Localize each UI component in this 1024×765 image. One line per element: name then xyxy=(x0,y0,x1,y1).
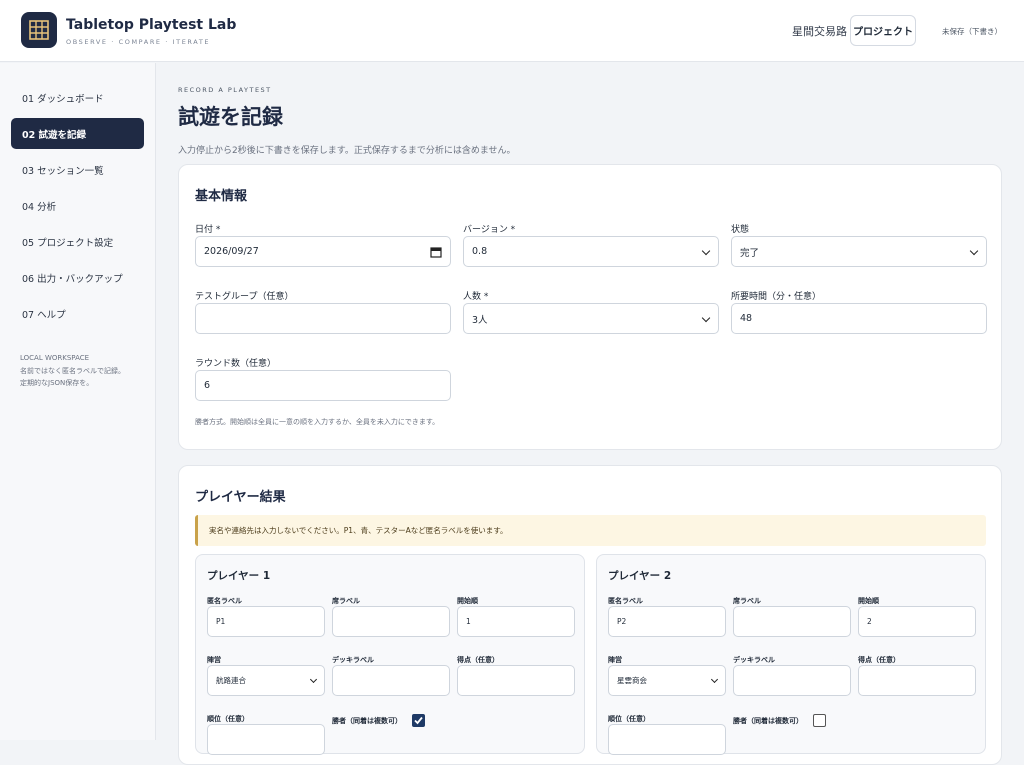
sidebar-item-dashboard[interactable]: 01 ダッシュボード xyxy=(11,82,144,113)
basic-info-hint: 勝者方式。開始順は全員に一意の順を入力するか、全員を未入力にできます。 xyxy=(195,418,440,426)
save-status: 未保存（下書き） xyxy=(942,27,1002,36)
sidebar-item-help[interactable]: 07 ヘルプ xyxy=(11,298,144,329)
winner-checkbox[interactable] xyxy=(412,714,425,727)
workspace-note: LOCAL WORKSPACE 名前ではなく匿名ラベルで記録。 定期的なJSON… xyxy=(20,352,125,390)
player-card-1: プレイヤー 1 匿名ラベル P1 席ラベル 開始順 1 陣営 航路連合 デッキラ… xyxy=(195,554,585,755)
workspace-note-title: LOCAL WORKSPACE xyxy=(20,354,90,362)
sidebar: 01 ダッシュボード 02 試遊を記録 03 セッション一覧 04 分析 05 … xyxy=(0,63,156,740)
anon-label-input[interactable]: P2 xyxy=(608,606,726,637)
anon-label-label: 匿名ラベル xyxy=(608,597,643,605)
player-count-label: 人数 * xyxy=(463,292,489,302)
player-results-card: プレイヤー結果 実名や連絡先は入力しないでください。P1、青、テスターAなど匿名… xyxy=(178,465,1002,765)
start-order-label: 開始順 xyxy=(858,597,879,605)
duration-input[interactable]: 48 xyxy=(731,303,987,334)
rank-label: 順位（任意） xyxy=(207,715,249,723)
winner-checkbox[interactable] xyxy=(813,714,826,727)
date-input[interactable]: 2026/09/27 xyxy=(195,236,451,267)
player-card-title: プレイヤー 2 xyxy=(608,570,672,582)
app-subtitle: OBSERVE · COMPARE · ITERATE xyxy=(66,38,211,46)
workspace-note-line: 定期的なJSON保存を。 xyxy=(20,379,94,387)
version-label: バージョン * xyxy=(463,225,516,235)
test-group-label: テストグループ（任意） xyxy=(195,292,294,302)
deck-label-input[interactable] xyxy=(332,665,450,696)
start-order-label: 開始順 xyxy=(457,597,478,605)
page-title: 試遊を記録 xyxy=(178,105,283,129)
player-card-title: プレイヤー 1 xyxy=(207,570,271,582)
player-card-2: プレイヤー 2 匿名ラベル P2 席ラベル 開始順 2 陣営 星雲商会 デッキラ… xyxy=(596,554,986,755)
seat-label-input[interactable] xyxy=(733,606,851,637)
date-value: 2026/09/27 xyxy=(204,246,259,257)
calendar-icon[interactable] xyxy=(430,246,442,258)
seat-label-input[interactable] xyxy=(332,606,450,637)
workspace-note-line: 名前ではなく匿名ラベルで記録。 xyxy=(20,366,125,375)
duration-label: 所要時間（分・任意） xyxy=(731,292,822,302)
anon-label-input[interactable]: P1 xyxy=(207,606,325,637)
anon-label-label: 匿名ラベル xyxy=(207,597,242,605)
privacy-notice: 実名や連絡先は入力しないでください。P1、青、テスターAなど匿名ラベルを使います… xyxy=(195,515,986,546)
sidebar-item-sessions[interactable]: 03 セッション一覧 xyxy=(11,154,144,185)
deck-label-label: デッキラベル xyxy=(733,656,775,664)
app-title: Tabletop Playtest Lab xyxy=(66,17,237,33)
sidebar-item-project-settings[interactable]: 05 プロジェクト設定 xyxy=(11,226,144,257)
page-description: 入力停止から2秒後に下書きを保存します。正式保存するまで分析には含めません。 xyxy=(178,146,516,156)
top-bar: Tabletop Playtest Lab OBSERVE · COMPARE … xyxy=(0,0,1024,62)
seat-label-label: 席ラベル xyxy=(332,597,360,605)
start-order-input[interactable]: 1 xyxy=(457,606,575,637)
score-input[interactable] xyxy=(858,665,976,696)
faction-select[interactable]: 星雲商会 xyxy=(608,665,726,696)
player-results-title: プレイヤー結果 xyxy=(195,490,286,505)
version-select[interactable]: 0.8 xyxy=(463,236,719,267)
seat-label-label: 席ラベル xyxy=(733,597,761,605)
page-eyebrow: RECORD A PLAYTEST xyxy=(178,86,272,94)
faction-label: 陣営 xyxy=(207,656,221,664)
rank-label: 順位（任意） xyxy=(608,715,650,723)
basic-info-title: 基本情報 xyxy=(195,189,248,204)
deck-label-input[interactable] xyxy=(733,665,851,696)
rounds-label: ラウンド数（任意） xyxy=(195,359,277,369)
date-label: 日付 * xyxy=(195,225,221,235)
status-label: 状態 xyxy=(731,225,750,235)
player-count-select[interactable]: 3人 xyxy=(463,303,719,334)
app-logo-icon xyxy=(21,12,57,48)
basic-info-card: 基本情報 日付 * 2026/09/27 バージョン * 0.8 状態 完了 テ… xyxy=(178,164,1002,450)
sidebar-item-record-playtest[interactable]: 02 試遊を記録 xyxy=(11,118,144,149)
deck-label-label: デッキラベル xyxy=(332,656,374,664)
start-order-input[interactable]: 2 xyxy=(858,606,976,637)
winner-label: 勝者（同着は複数可） xyxy=(733,717,803,725)
score-input[interactable] xyxy=(457,665,575,696)
winner-label: 勝者（同着は複数可） xyxy=(332,717,402,725)
project-button[interactable]: プロジェクト xyxy=(850,15,916,46)
sidebar-item-analysis[interactable]: 04 分析 xyxy=(11,190,144,221)
rounds-input[interactable]: 6 xyxy=(195,370,451,401)
test-group-input[interactable] xyxy=(195,303,451,334)
status-select[interactable]: 完了 xyxy=(731,236,987,267)
faction-select[interactable]: 航路連合 xyxy=(207,665,325,696)
score-label: 得点（任意） xyxy=(457,656,499,664)
check-icon xyxy=(414,716,423,725)
faction-label: 陣営 xyxy=(608,656,622,664)
sidebar-item-export-backup[interactable]: 06 出力・バックアップ xyxy=(11,262,144,293)
current-project-name: 星間交易路 xyxy=(792,25,847,38)
score-label: 得点（任意） xyxy=(858,656,900,664)
